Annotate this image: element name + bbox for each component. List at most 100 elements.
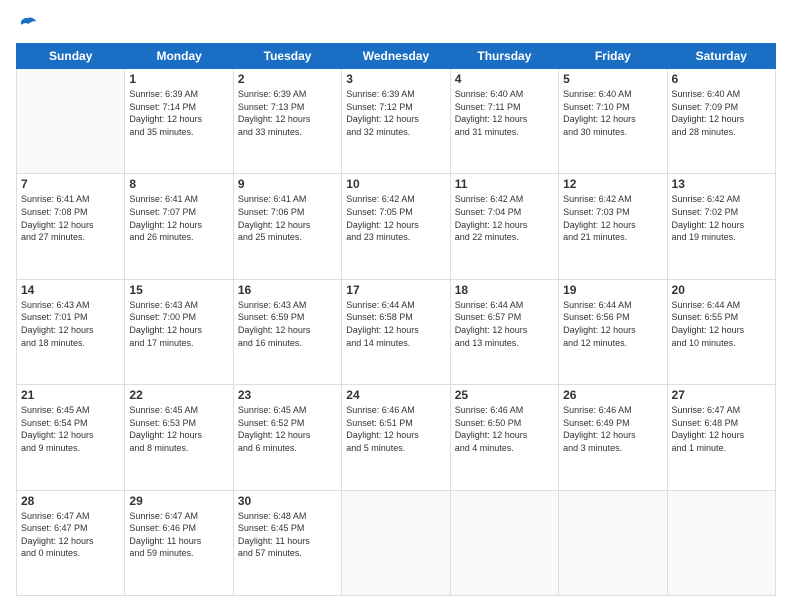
day-info: Sunrise: 6:39 AM Sunset: 7:12 PM Dayligh… xyxy=(346,88,445,138)
day-number: 18 xyxy=(455,283,554,297)
calendar-cell xyxy=(667,490,775,595)
day-info: Sunrise: 6:42 AM Sunset: 7:03 PM Dayligh… xyxy=(563,193,662,243)
calendar-cell: 18 Sunrise: 6:44 AM Sunset: 6:57 PM Dayli… xyxy=(450,279,558,384)
calendar-cell: 19Sunrise: 6:44 AM Sunset: 6:56 PM Dayli… xyxy=(559,279,667,384)
day-info: Sunrise: 6:48 AM Sunset: 6:45 PM Dayligh… xyxy=(238,510,337,560)
day-number: 10 xyxy=(346,177,445,191)
day-info: Sunrise: 6:39 AM Sunset: 7:13 PM Dayligh… xyxy=(238,88,337,138)
day-number: 5 xyxy=(563,72,662,86)
calendar-cell: 22 Sunrise: 6:45 AM Sunset: 6:53 PM Dayli… xyxy=(125,385,233,490)
day-number: 25 xyxy=(455,388,554,402)
calendar-cell xyxy=(450,490,558,595)
day-number: 27 xyxy=(672,388,771,402)
page: SundayMondayTuesdayWednesdayThursdayFrid… xyxy=(0,0,792,612)
calendar-cell: 15 Sunrise: 6:43 AM Sunset: 7:00 PM Dayli… xyxy=(125,279,233,384)
calendar-cell: 27 Sunrise: 6:47 AM Sunset: 6:48 PM Dayli… xyxy=(667,385,775,490)
day-info: Sunrise: 6:41 AM Sunset: 7:06 PM Dayligh… xyxy=(238,193,337,243)
calendar-week-row: 7 Sunrise: 6:41 AM Sunset: 7:08 PM Daylig… xyxy=(17,174,776,279)
calendar-week-row: 1Sunrise: 6:39 AM Sunset: 7:14 PM Daylig… xyxy=(17,69,776,174)
calendar-day-header: Saturday xyxy=(667,44,775,69)
day-info: Sunrise: 6:45 AM Sunset: 6:53 PM Dayligh… xyxy=(129,404,228,454)
day-number: 11 xyxy=(455,177,554,191)
day-info: Sunrise: 6:42 AM Sunset: 7:04 PM Dayligh… xyxy=(455,193,554,243)
calendar-table: SundayMondayTuesdayWednesdayThursdayFrid… xyxy=(16,43,776,596)
day-number: 29 xyxy=(129,494,228,508)
calendar-week-row: 14 Sunrise: 6:43 AM Sunset: 7:01 PM Dayli… xyxy=(17,279,776,384)
calendar-day-header: Monday xyxy=(125,44,233,69)
calendar-cell: 7 Sunrise: 6:41 AM Sunset: 7:08 PM Daylig… xyxy=(17,174,125,279)
day-number: 19 xyxy=(563,283,662,297)
calendar-week-row: 21Sunrise: 6:45 AM Sunset: 6:54 PM Dayli… xyxy=(17,385,776,490)
calendar-cell: 29 Sunrise: 6:47 AM Sunset: 6:46 PM Dayli… xyxy=(125,490,233,595)
day-number: 24 xyxy=(346,388,445,402)
day-info: Sunrise: 6:42 AM Sunset: 7:05 PM Dayligh… xyxy=(346,193,445,243)
day-info: Sunrise: 6:44 AM Sunset: 6:57 PM Dayligh… xyxy=(455,299,554,349)
day-info: Sunrise: 6:44 AM Sunset: 6:55 PM Dayligh… xyxy=(672,299,771,349)
day-info: Sunrise: 6:42 AM Sunset: 7:02 PM Dayligh… xyxy=(672,193,771,243)
day-number: 21 xyxy=(21,388,120,402)
calendar-cell: 10 Sunrise: 6:42 AM Sunset: 7:05 PM Dayli… xyxy=(342,174,450,279)
calendar-day-header: Thursday xyxy=(450,44,558,69)
calendar-cell: 25 Sunrise: 6:46 AM Sunset: 6:50 PM Dayli… xyxy=(450,385,558,490)
day-info: Sunrise: 6:47 AM Sunset: 6:47 PM Dayligh… xyxy=(21,510,120,560)
calendar-cell: 12 Sunrise: 6:42 AM Sunset: 7:03 PM Dayli… xyxy=(559,174,667,279)
calendar-cell: 2 Sunrise: 6:39 AM Sunset: 7:13 PM Daylig… xyxy=(233,69,341,174)
day-number: 22 xyxy=(129,388,228,402)
calendar-cell: 24 Sunrise: 6:46 AM Sunset: 6:51 PM Dayli… xyxy=(342,385,450,490)
day-number: 4 xyxy=(455,72,554,86)
calendar-cell: 13Sunrise: 6:42 AM Sunset: 7:02 PM Dayli… xyxy=(667,174,775,279)
day-info: Sunrise: 6:41 AM Sunset: 7:07 PM Dayligh… xyxy=(129,193,228,243)
day-number: 3 xyxy=(346,72,445,86)
day-info: Sunrise: 6:47 AM Sunset: 6:48 PM Dayligh… xyxy=(672,404,771,454)
calendar-cell xyxy=(17,69,125,174)
day-number: 20 xyxy=(672,283,771,297)
calendar-cell: 21Sunrise: 6:45 AM Sunset: 6:54 PM Dayli… xyxy=(17,385,125,490)
calendar-cell: 1Sunrise: 6:39 AM Sunset: 7:14 PM Daylig… xyxy=(125,69,233,174)
calendar-cell: 23 Sunrise: 6:45 AM Sunset: 6:52 PM Dayli… xyxy=(233,385,341,490)
day-number: 14 xyxy=(21,283,120,297)
day-number: 28 xyxy=(21,494,120,508)
day-number: 15 xyxy=(129,283,228,297)
calendar-cell: 4Sunrise: 6:40 AM Sunset: 7:11 PM Daylig… xyxy=(450,69,558,174)
logo xyxy=(16,16,38,37)
header xyxy=(16,16,776,37)
calendar-cell xyxy=(559,490,667,595)
calendar-cell: 8 Sunrise: 6:41 AM Sunset: 7:07 PM Daylig… xyxy=(125,174,233,279)
day-info: Sunrise: 6:46 AM Sunset: 6:50 PM Dayligh… xyxy=(455,404,554,454)
day-number: 26 xyxy=(563,388,662,402)
calendar-day-header: Tuesday xyxy=(233,44,341,69)
calendar-day-header: Wednesday xyxy=(342,44,450,69)
calendar-cell: 6 Sunrise: 6:40 AM Sunset: 7:09 PM Daylig… xyxy=(667,69,775,174)
day-info: Sunrise: 6:44 AM Sunset: 6:58 PM Dayligh… xyxy=(346,299,445,349)
calendar-cell: 17 Sunrise: 6:44 AM Sunset: 6:58 PM Dayli… xyxy=(342,279,450,384)
calendar-cell: 20 Sunrise: 6:44 AM Sunset: 6:55 PM Dayli… xyxy=(667,279,775,384)
day-number: 12 xyxy=(563,177,662,191)
calendar-cell: 14 Sunrise: 6:43 AM Sunset: 7:01 PM Dayli… xyxy=(17,279,125,384)
calendar-cell: 30 Sunrise: 6:48 AM Sunset: 6:45 PM Dayli… xyxy=(233,490,341,595)
day-info: Sunrise: 6:40 AM Sunset: 7:10 PM Dayligh… xyxy=(563,88,662,138)
day-info: Sunrise: 6:43 AM Sunset: 7:01 PM Dayligh… xyxy=(21,299,120,349)
day-number: 16 xyxy=(238,283,337,297)
calendar-cell: 11 Sunrise: 6:42 AM Sunset: 7:04 PM Dayli… xyxy=(450,174,558,279)
calendar-cell: 28 Sunrise: 6:47 AM Sunset: 6:47 PM Dayli… xyxy=(17,490,125,595)
day-info: Sunrise: 6:43 AM Sunset: 6:59 PM Dayligh… xyxy=(238,299,337,349)
calendar-cell: 5 Sunrise: 6:40 AM Sunset: 7:10 PM Daylig… xyxy=(559,69,667,174)
day-info: Sunrise: 6:46 AM Sunset: 6:49 PM Dayligh… xyxy=(563,404,662,454)
day-number: 8 xyxy=(129,177,228,191)
day-info: Sunrise: 6:45 AM Sunset: 6:52 PM Dayligh… xyxy=(238,404,337,454)
day-number: 17 xyxy=(346,283,445,297)
day-number: 2 xyxy=(238,72,337,86)
day-number: 7 xyxy=(21,177,120,191)
day-info: Sunrise: 6:40 AM Sunset: 7:09 PM Dayligh… xyxy=(672,88,771,138)
day-info: Sunrise: 6:46 AM Sunset: 6:51 PM Dayligh… xyxy=(346,404,445,454)
day-info: Sunrise: 6:43 AM Sunset: 7:00 PM Dayligh… xyxy=(129,299,228,349)
day-number: 30 xyxy=(238,494,337,508)
day-info: Sunrise: 6:47 AM Sunset: 6:46 PM Dayligh… xyxy=(129,510,228,560)
day-number: 9 xyxy=(238,177,337,191)
day-info: Sunrise: 6:41 AM Sunset: 7:08 PM Dayligh… xyxy=(21,193,120,243)
calendar-cell: 3 Sunrise: 6:39 AM Sunset: 7:12 PM Daylig… xyxy=(342,69,450,174)
calendar-cell: 16 Sunrise: 6:43 AM Sunset: 6:59 PM Dayli… xyxy=(233,279,341,384)
day-number: 23 xyxy=(238,388,337,402)
logo-bird-icon xyxy=(18,16,38,32)
day-number: 6 xyxy=(672,72,771,86)
